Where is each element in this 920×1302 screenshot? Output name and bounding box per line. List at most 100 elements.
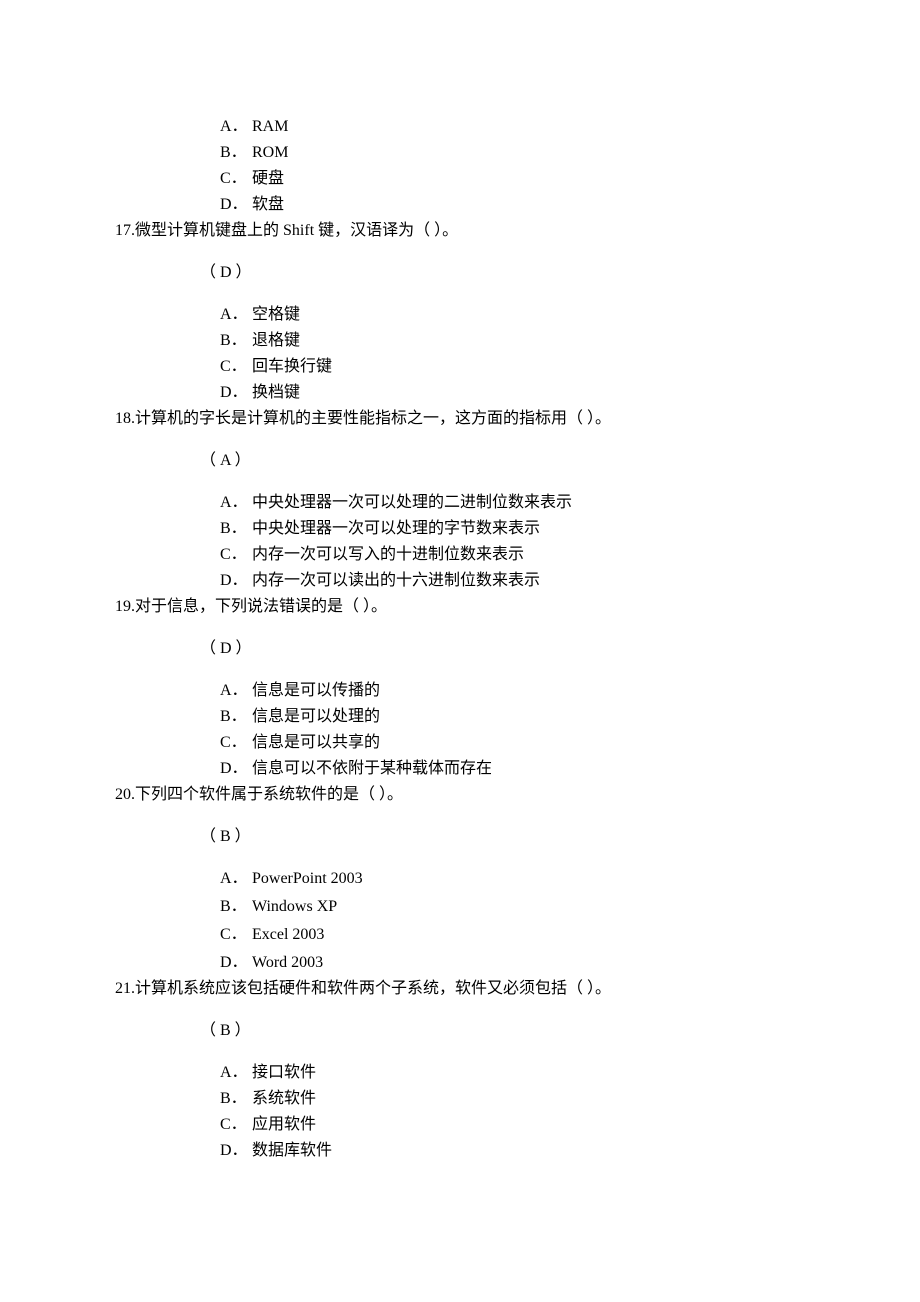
option-row: A． 接口软件 [220,1061,830,1085]
option-letter: B． [220,329,252,353]
question-number: 19. [115,598,135,615]
option-text: 中央处理器一次可以处理的字节数来表示 [252,517,830,541]
question-text: 对于信息，下列说法错误的是（ ）。 [135,598,387,615]
option-letter: B． [220,1087,252,1111]
question-text: 键，汉语译为（ ）。 [314,222,458,239]
option-text: 信息是可以处理的 [252,705,830,729]
option-letter: A． [220,491,252,515]
question-text-en: Shift [283,222,314,239]
option-letter: B． [220,141,252,165]
option-text: 软盘 [252,193,830,217]
option-row: C． 信息是可以共享的 [220,731,830,755]
option-text: 数据库软件 [252,1139,830,1163]
q21-options: A． 接口软件 B． 系统软件 C． 应用软件 D． 数据库软件 [220,1061,830,1163]
option-letter: D． [220,951,252,975]
option-row: B． 中央处理器一次可以处理的字节数来表示 [220,517,830,541]
option-letter: D． [220,193,252,217]
option-text: 内存一次可以写入的十进制位数来表示 [252,543,830,567]
option-text: 内存一次可以读出的十六进制位数来表示 [252,569,830,593]
q16-options: A． RAM B． ROM C． 硬盘 D． 软盘 [220,115,830,217]
q19-options: A． 信息是可以传播的 B． 信息是可以处理的 C． 信息是可以共享的 D． 信… [220,679,830,781]
option-letter: C． [220,543,252,567]
option-letter: C． [220,923,252,947]
option-letter: B． [220,705,252,729]
answer-19: （ D ） [200,637,830,661]
option-row: A． 中央处理器一次可以处理的二进制位数来表示 [220,491,830,515]
option-text: 应用软件 [252,1113,830,1137]
option-row: B． 退格键 [220,329,830,353]
option-text: 硬盘 [252,167,830,191]
question-text: 计算机的字长是计算机的主要性能指标之一，这方面的指标用（ ）。 [135,410,611,427]
option-text: 回车换行键 [252,355,830,379]
answer-21: （ B ） [200,1019,830,1043]
option-letter: A． [220,115,252,139]
question-number: 17. [115,222,135,239]
option-text: 系统软件 [252,1087,830,1111]
option-row: C． 硬盘 [220,167,830,191]
option-letter: C． [220,355,252,379]
option-row: D． 换档键 [220,381,830,405]
option-row: D． 数据库软件 [220,1139,830,1163]
option-row: A． 空格键 [220,303,830,327]
option-letter: A． [220,867,252,891]
question-text: 下列四个软件属于系统软件的是（ ）。 [135,786,403,803]
option-text: RAM [252,115,830,139]
option-letter: D． [220,381,252,405]
question-number: 20. [115,786,135,803]
option-text: 中央处理器一次可以处理的二进制位数来表示 [252,491,830,515]
option-letter: C． [220,167,252,191]
option-row: C． 回车换行键 [220,355,830,379]
answer-18: （ A ） [200,449,830,473]
option-row: A． 信息是可以传播的 [220,679,830,703]
option-text: 换档键 [252,381,830,405]
question-21: 21.计算机系统应该包括硬件和软件两个子系统，软件又必须包括（ ）。 [115,977,830,1001]
option-letter: D． [220,757,252,781]
option-row: B． Windows XP [220,895,830,919]
option-row: C． 内存一次可以写入的十进制位数来表示 [220,543,830,567]
option-text: 退格键 [252,329,830,353]
option-letter: C． [220,731,252,755]
q18-options: A． 中央处理器一次可以处理的二进制位数来表示 B． 中央处理器一次可以处理的字… [220,491,830,593]
option-row: C． 应用软件 [220,1113,830,1137]
option-row: D． 信息可以不依附于某种载体而存在 [220,757,830,781]
question-number: 21. [115,980,135,997]
question-20: 20.下列四个软件属于系统软件的是（ ）。 [115,783,830,807]
question-19: 19.对于信息，下列说法错误的是（ ）。 [115,595,830,619]
option-text: Windows XP [252,895,830,919]
question-text: 计算机系统应该包括硬件和软件两个子系统，软件又必须包括（ ）。 [135,980,611,997]
option-letter: C． [220,1113,252,1137]
option-text: 信息是可以传播的 [252,679,830,703]
option-row: D． 软盘 [220,193,830,217]
q20-options: A． PowerPoint 2003 B． Windows XP C． Exce… [220,867,830,975]
question-number: 18. [115,410,135,427]
option-letter: A． [220,679,252,703]
option-text: 信息是可以共享的 [252,731,830,755]
option-row: C． Excel 2003 [220,923,830,947]
option-text: 信息可以不依附于某种载体而存在 [252,757,830,781]
option-row: A． PowerPoint 2003 [220,867,830,891]
option-text: Excel 2003 [252,923,830,947]
option-text: Word 2003 [252,951,830,975]
option-letter: A． [220,1061,252,1085]
option-row: D． 内存一次可以读出的十六进制位数来表示 [220,569,830,593]
option-letter: D． [220,1139,252,1163]
option-row: B． ROM [220,141,830,165]
option-text: ROM [252,141,830,165]
question-text: 微型计算机键盘上的 [135,222,283,239]
option-row: D． Word 2003 [220,951,830,975]
option-letter: B． [220,895,252,919]
option-letter: A． [220,303,252,327]
question-17: 17.微型计算机键盘上的 Shift 键，汉语译为（ ）。 [115,219,830,243]
option-row: A． RAM [220,115,830,139]
option-text: PowerPoint 2003 [252,867,830,891]
answer-17: （ D ） [200,261,830,285]
option-text: 接口软件 [252,1061,830,1085]
option-letter: D． [220,569,252,593]
option-text: 空格键 [252,303,830,327]
q17-options: A． 空格键 B． 退格键 C． 回车换行键 D． 换档键 [220,303,830,405]
option-letter: B． [220,517,252,541]
option-row: B． 信息是可以处理的 [220,705,830,729]
option-row: B． 系统软件 [220,1087,830,1111]
answer-20: （ B ） [200,825,830,849]
question-18: 18.计算机的字长是计算机的主要性能指标之一，这方面的指标用（ ）。 [115,407,830,431]
